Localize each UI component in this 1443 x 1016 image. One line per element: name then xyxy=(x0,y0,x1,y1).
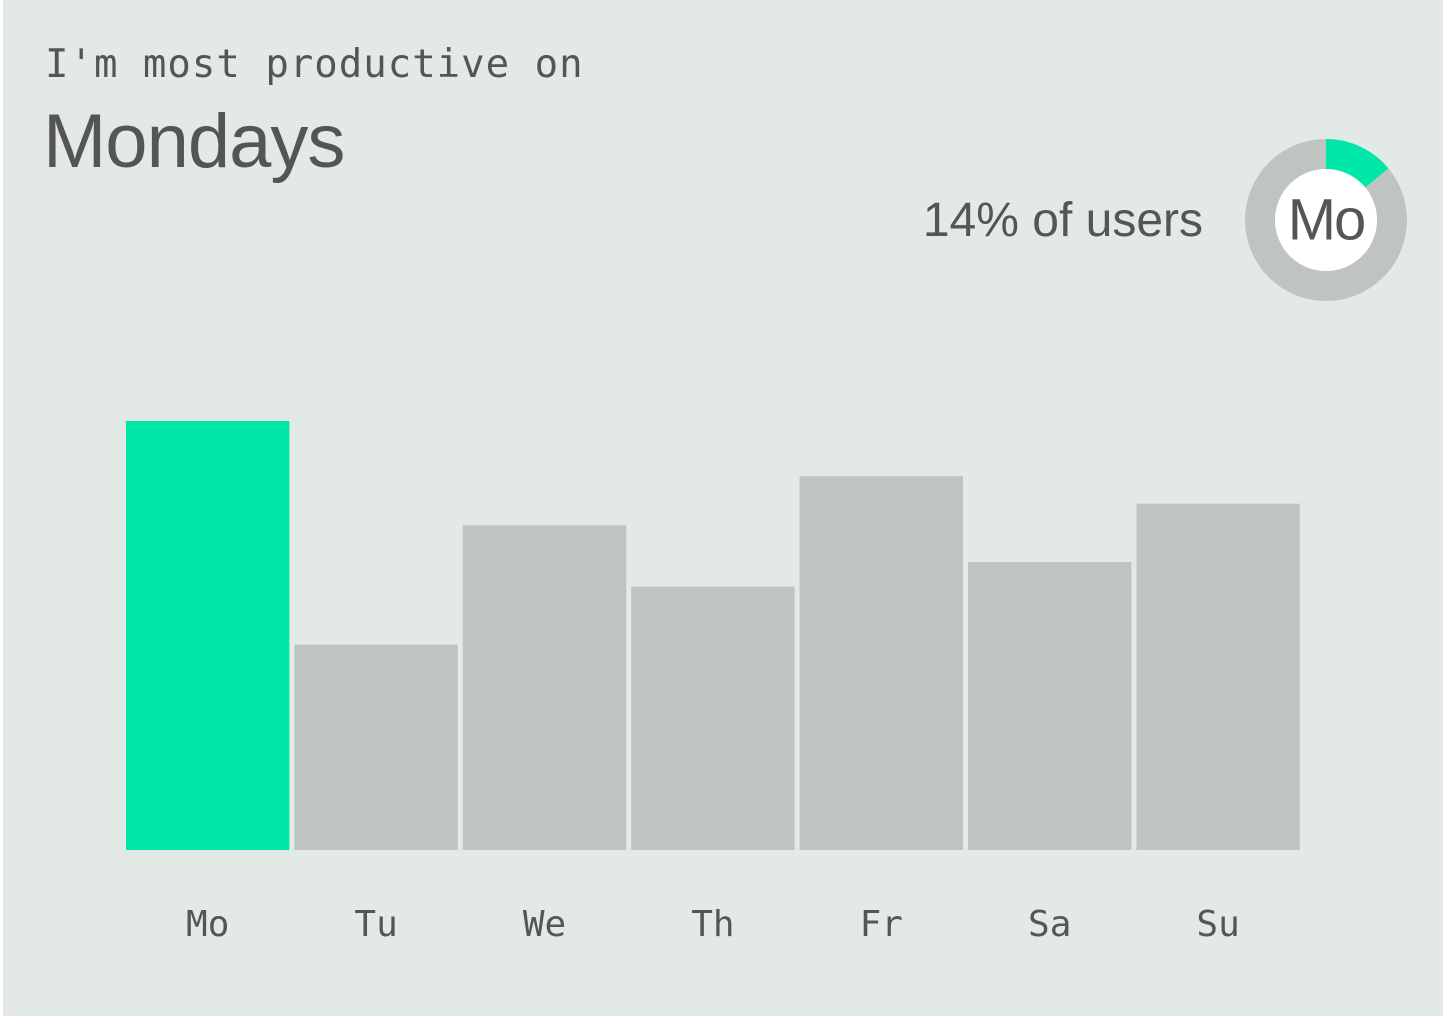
productivity-card: I'm most productive on Mondays 14% of us… xyxy=(0,0,1443,1016)
bar-group xyxy=(126,421,1300,850)
tick-label-fr: Fr xyxy=(860,904,903,945)
bar-mo xyxy=(126,421,290,850)
bar-we xyxy=(462,525,627,850)
bar-chart: Mo Tu We Th Fr Sa Su xyxy=(126,421,1300,945)
bar-su xyxy=(1136,503,1300,850)
tick-label-tu: Tu xyxy=(354,904,397,945)
tick-label-th: Th xyxy=(691,904,734,945)
bar-tu xyxy=(294,644,458,850)
tick-label-we: We xyxy=(523,904,566,945)
tick-label-sa: Sa xyxy=(1028,904,1071,945)
x-axis-ticks: Mo Tu We Th Fr Sa Su xyxy=(186,904,1240,945)
bar-th xyxy=(631,586,795,850)
tick-label-mo: Mo xyxy=(186,904,229,945)
bar-sa xyxy=(968,562,1132,850)
tick-label-su: Su xyxy=(1196,904,1239,945)
bar-fr xyxy=(799,476,963,850)
